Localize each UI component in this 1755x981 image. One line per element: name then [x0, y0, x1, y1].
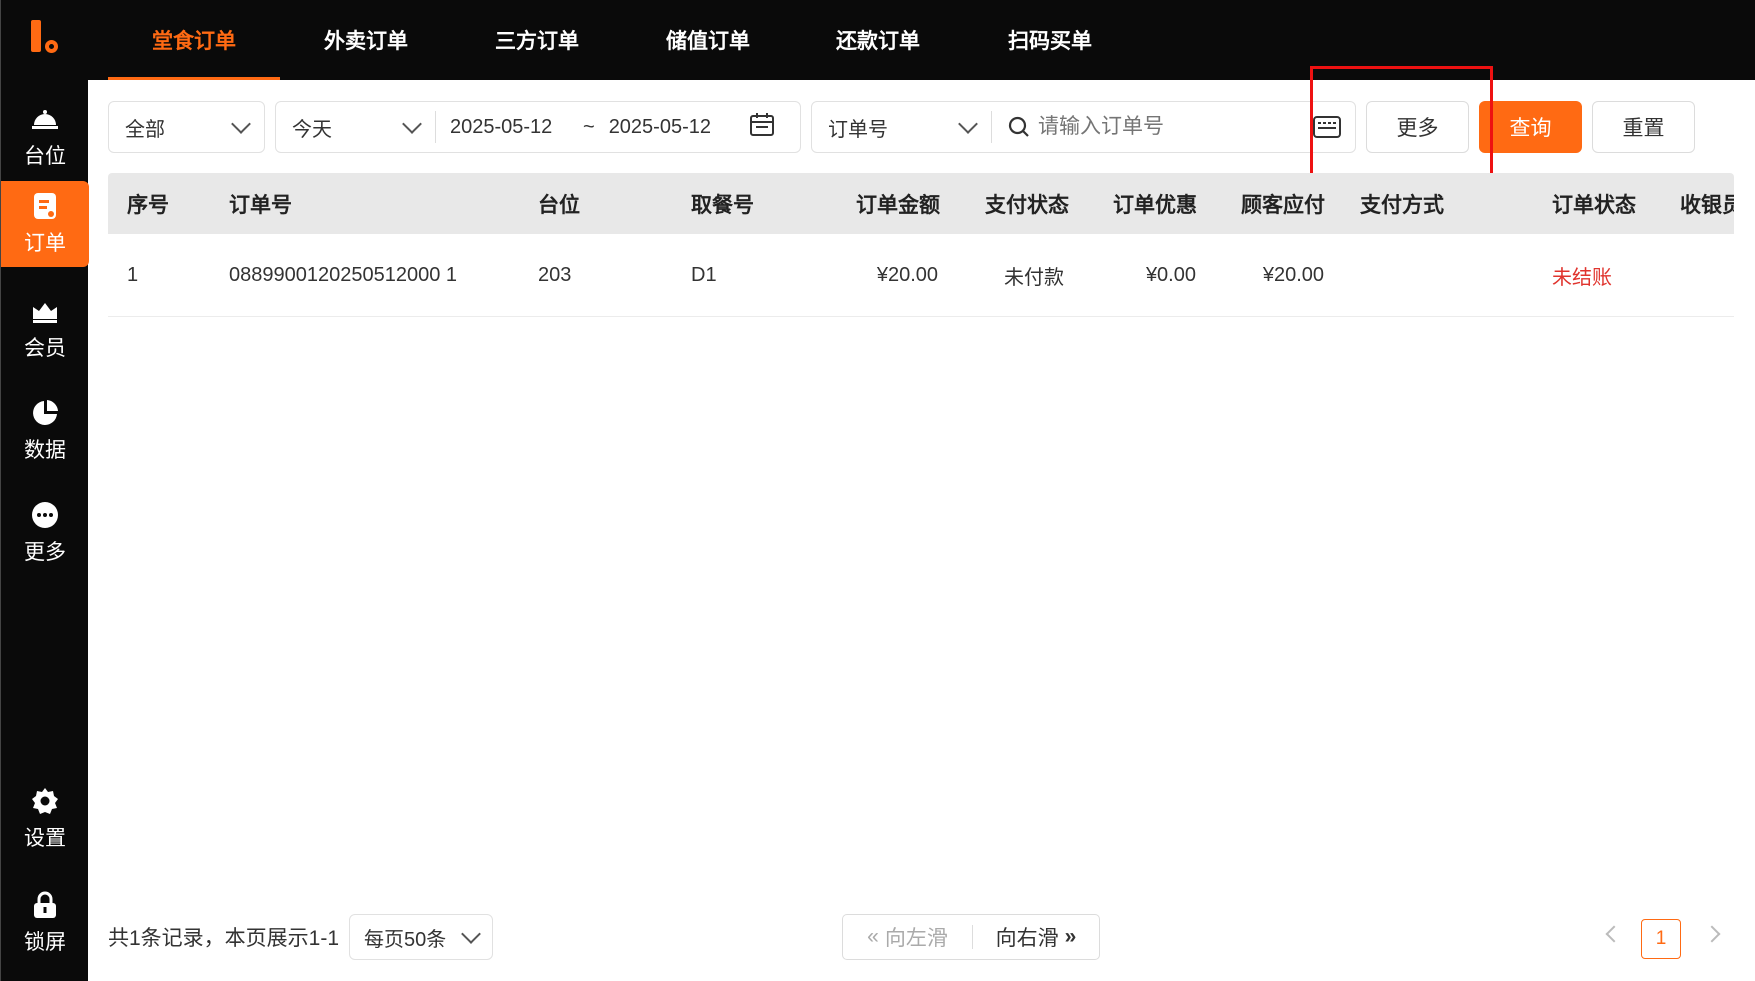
- chevron-down-icon: [958, 114, 978, 134]
- tab-label: 外卖订单: [324, 30, 408, 53]
- tab-label: 还款订单: [836, 30, 920, 53]
- tab-stored-value-orders[interactable]: 储值订单: [622, 0, 794, 80]
- sidebar-item-label: 会员: [24, 337, 66, 360]
- order-search-input[interactable]: [1038, 115, 1298, 139]
- bell-icon: [30, 104, 60, 134]
- sidebar-item-tables[interactable]: 台位: [1, 94, 89, 180]
- date-separator: ~: [583, 115, 595, 138]
- column-header: 台位: [538, 193, 580, 217]
- button-label: 重置: [1622, 117, 1665, 140]
- top-tab-bar: 堂食订单 外卖订单 三方订单 储值订单 还款订单 扫码买单: [88, 0, 1755, 80]
- sidebar-item-label: 台位: [24, 145, 66, 168]
- scroll-right-label: 向右滑: [995, 927, 1059, 950]
- sidebar-item-label: 更多: [24, 541, 66, 564]
- column-header: 支付状态: [985, 193, 1069, 217]
- column-header: 序号: [127, 193, 169, 217]
- cell-pay-status: 未付款: [1004, 267, 1064, 289]
- lock-icon: [30, 890, 60, 920]
- cell-amount: ¥20.00: [876, 264, 938, 286]
- page-size-value: 每页50条: [364, 928, 447, 951]
- tab-third-party-orders[interactable]: 三方订单: [451, 0, 623, 80]
- order-search-group: 订单号: [811, 101, 1356, 153]
- calendar-icon[interactable]: [749, 111, 775, 143]
- column-header: 订单金额: [856, 193, 940, 217]
- column-header: 取餐号: [691, 193, 754, 217]
- sidebar-item-orders[interactable]: 订单: [1, 181, 89, 267]
- sidebar-item-label: 锁屏: [24, 931, 66, 954]
- tab-label: 储值订单: [666, 30, 750, 53]
- date-range-picker: 今天 2025-05-12 ~ 2025-05-12: [275, 101, 801, 153]
- cell-discount: ¥0.00: [1145, 264, 1196, 286]
- tab-takeout-orders[interactable]: 外卖订单: [280, 0, 452, 80]
- chevron-down-icon: [461, 924, 481, 944]
- sidebar-item-label: 设置: [24, 827, 66, 850]
- brand-logo: [27, 16, 67, 56]
- tab-scan-pay-orders[interactable]: 扫码买单: [964, 0, 1136, 80]
- double-chevron-left-icon: «: [867, 925, 879, 948]
- query-button[interactable]: 查询: [1479, 101, 1582, 153]
- scroll-left-label: 向左滑: [884, 927, 948, 950]
- prev-page-icon[interactable]: [1605, 925, 1623, 943]
- cell-payable: ¥20.00: [1262, 264, 1324, 286]
- cell-index: 1: [127, 264, 139, 286]
- cell-order-no: 0889900120250512000 1: [229, 264, 458, 286]
- tab-repayment-orders[interactable]: 还款订单: [792, 0, 964, 80]
- tab-label: 堂食订单: [152, 30, 236, 53]
- period-select[interactable]: 今天: [276, 111, 436, 143]
- sidebar-item-label: 数据: [24, 439, 66, 462]
- sidebar: 台位 订单 会员 数据 更多 设置 锁屏: [0, 0, 89, 981]
- period-value: 今天: [292, 118, 332, 141]
- search-icon: [1008, 116, 1030, 138]
- table-row[interactable]: 1 0889900120250512000 1 203 D1 ¥20.00 未付…: [108, 234, 1734, 317]
- column-header: 订单状态: [1552, 193, 1636, 217]
- app-root: 台位 订单 会员 数据 更多 设置 锁屏 堂食订单 外卖订单 三方订单 储值订单…: [0, 0, 1755, 981]
- chevron-down-icon: [402, 114, 422, 134]
- column-header: 支付方式: [1360, 193, 1444, 217]
- search-field-select[interactable]: 订单号: [812, 111, 992, 143]
- cell-table: 203: [538, 264, 572, 286]
- column-header: 收银员: [1680, 193, 1734, 217]
- gear-icon: [30, 786, 60, 816]
- scope-select[interactable]: 全部: [108, 101, 265, 153]
- record-summary: 共1条记录，本页展示1-1: [108, 927, 340, 950]
- more-icon: [30, 500, 60, 530]
- date-start-input[interactable]: 2025-05-12: [450, 116, 580, 139]
- column-header: 订单优惠: [1113, 193, 1197, 217]
- cell-pickup-no: D1: [691, 264, 717, 286]
- search-field-value: 订单号: [828, 118, 888, 141]
- next-page-icon[interactable]: [1703, 925, 1721, 943]
- cell-order-status: 未结账: [1552, 267, 1612, 289]
- tab-label: 扫码买单: [1008, 30, 1092, 53]
- column-header: 顾客应付: [1241, 193, 1325, 217]
- chevron-down-icon: [231, 114, 251, 134]
- scope-value: 全部: [125, 118, 165, 141]
- pie-chart-icon: [30, 398, 60, 428]
- sidebar-item-data[interactable]: 数据: [1, 388, 89, 474]
- sidebar-item-members[interactable]: 会员: [1, 286, 89, 372]
- column-header: 订单号: [229, 193, 292, 217]
- page-size-select[interactable]: 每页50条: [349, 914, 493, 960]
- tab-label: 三方订单: [495, 30, 579, 53]
- order-icon: [30, 191, 60, 221]
- page-number-button[interactable]: 1: [1641, 919, 1681, 959]
- horizontal-scroll-control: « 向左滑 向右滑 »: [842, 914, 1100, 960]
- reset-button[interactable]: 重置: [1592, 101, 1695, 153]
- double-chevron-right-icon: »: [1064, 925, 1077, 948]
- sidebar-item-label: 订单: [24, 232, 66, 255]
- sidebar-item-more[interactable]: 更多: [1, 490, 89, 576]
- member-icon: [30, 296, 60, 326]
- scroll-left-button[interactable]: « 向左滑: [843, 925, 973, 950]
- table-header: 序号 订单号 台位 取餐号 订单金额 支付状态 订单优惠 顾客应付 支付方式 订…: [108, 173, 1734, 234]
- button-label: 查询: [1509, 117, 1552, 140]
- scroll-right-button[interactable]: 向右滑 »: [973, 922, 1099, 952]
- tab-dine-in-orders[interactable]: 堂食订单: [108, 0, 280, 80]
- sidebar-item-lock[interactable]: 锁屏: [1, 880, 89, 966]
- annotation-highlight-box: [1310, 66, 1493, 187]
- date-end-input[interactable]: 2025-05-12: [609, 116, 739, 139]
- sidebar-item-settings[interactable]: 设置: [1, 776, 89, 862]
